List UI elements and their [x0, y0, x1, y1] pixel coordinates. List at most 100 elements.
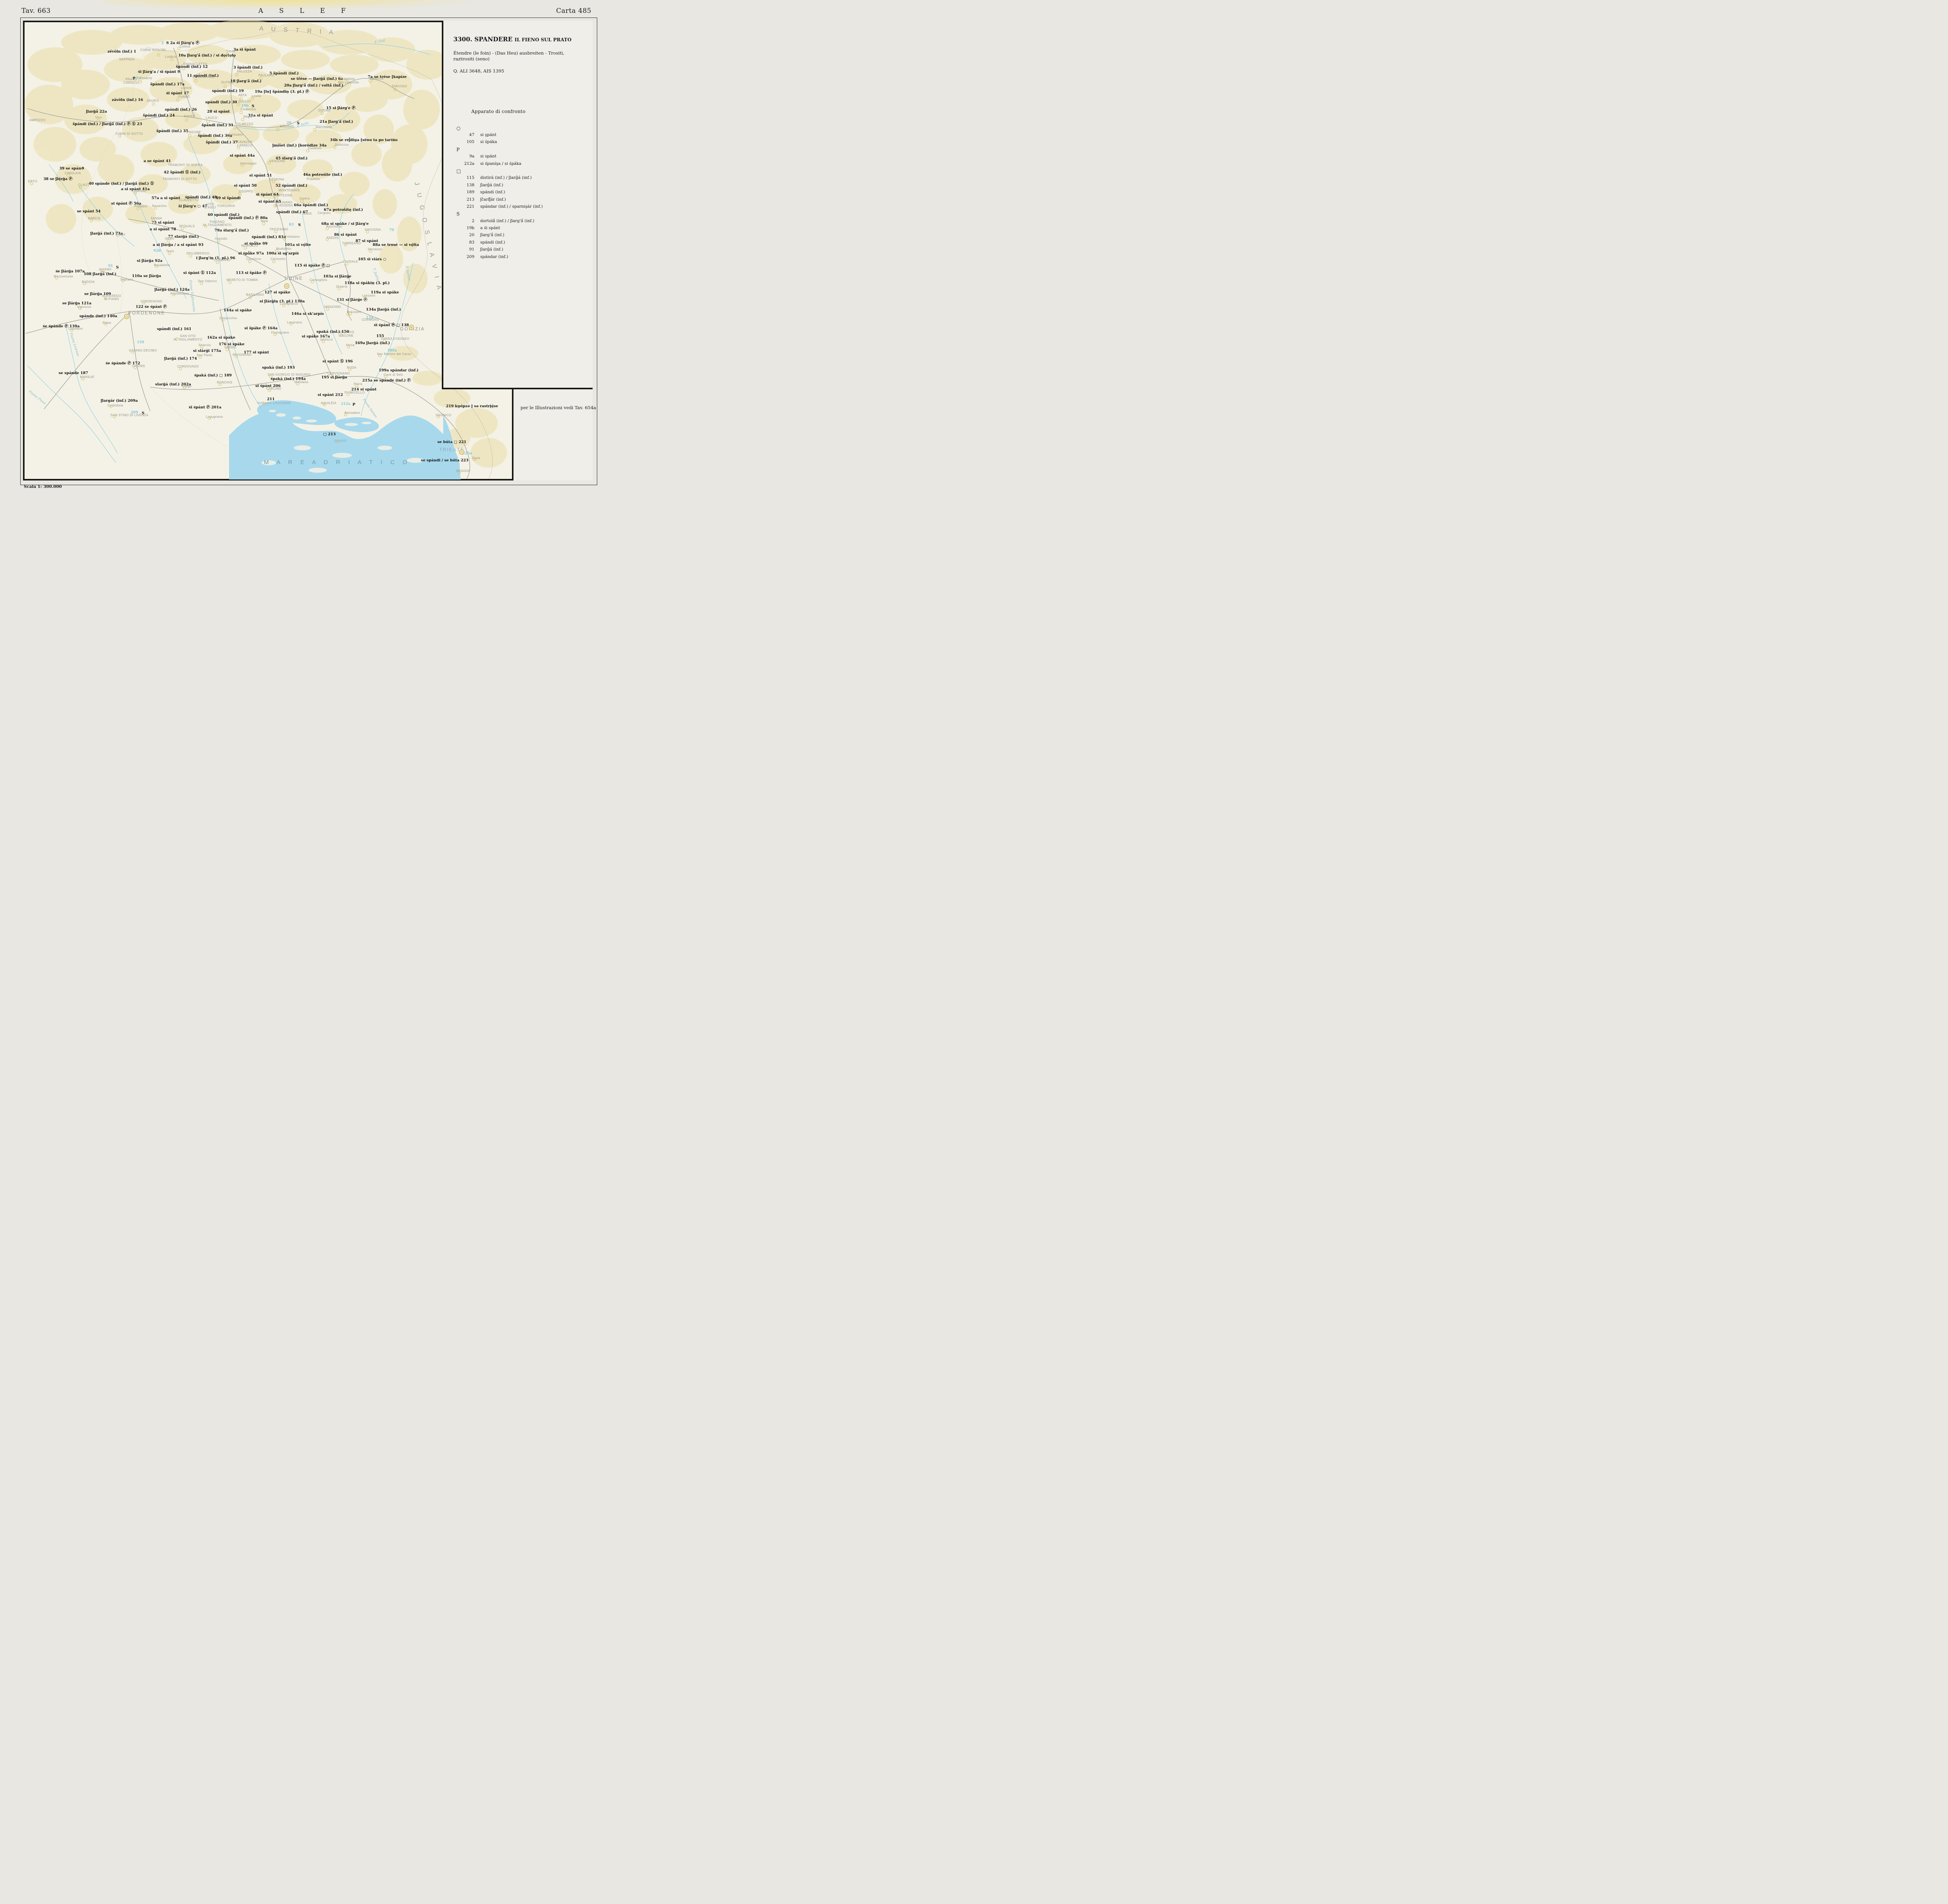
town-marker-icon	[239, 111, 243, 114]
town-marker-icon	[206, 120, 210, 123]
dialect-form-label: špándi (inf.) 17a	[150, 82, 185, 87]
dialect-form-label: spaká (inf.) 193	[262, 365, 295, 370]
town-marker-icon	[363, 295, 367, 299]
legend-entry-form: si spánt	[480, 154, 497, 159]
legend-entry-form: spándi (inf.)	[480, 190, 505, 195]
apparato-legend: ○ 47 si şpánt 105 si śpáka P 9a si spánt 212a si …	[457, 124, 543, 260]
place-name: MÓGGIO	[280, 124, 294, 128]
legend-section-symbol: S	[456, 211, 460, 217]
legend-entry-form: spándi (inf.)	[480, 240, 505, 245]
town-marker-icon	[136, 207, 139, 210]
town-marker-icon	[221, 318, 224, 322]
dialect-form-label: śi ʃlárg'a / śi śpánt 9	[138, 70, 180, 74]
dialect-form-label: 38 se ʃlę́rğa Ⓟ	[43, 177, 72, 181]
town-marker-icon	[189, 254, 192, 258]
town-marker-icon	[262, 222, 265, 225]
dialect-form-label: špándi (inf.) 37	[206, 140, 238, 145]
dialect-form-label: 57a a si spánt	[151, 196, 180, 201]
apparato-point-ref: 159	[137, 340, 145, 344]
place-name: Intissáns	[229, 133, 243, 137]
place-name: NÍMIS	[302, 212, 312, 216]
town-marker-icon	[175, 337, 179, 341]
legend-entry-number: 47	[469, 132, 475, 137]
legend-entry-form: ʃlarg'á̆ (inf.)	[480, 233, 505, 238]
town-marker-icon	[272, 180, 275, 184]
place-name: TARVISIO	[392, 85, 407, 88]
dialect-form-label: ši ʃlárg'e ○ 47	[178, 204, 207, 208]
town-marker-icon	[348, 367, 351, 371]
place-name: Pradielis	[307, 177, 320, 181]
town-marker-icon	[176, 98, 179, 102]
legend-entry-number: 105	[466, 140, 475, 145]
town-marker-icon	[66, 173, 70, 177]
town-marker-icon	[345, 262, 348, 265]
apparato-point-ref: 2	[161, 41, 164, 46]
town-marker-icon	[393, 88, 397, 92]
atlas-plate-page: { "page": { "tav": "Tav. 663", "center_t…	[0, 0, 611, 498]
dialect-form-label: si slárǵi 175a	[193, 349, 221, 353]
town-marker-icon	[311, 280, 314, 283]
town-marker-icon	[78, 306, 81, 310]
dialect-form-label: 219 ku̯ópzə ] sə rastri̯ę́se	[446, 404, 498, 409]
legend-entry-number: 19b	[466, 226, 475, 231]
place-name: AMPEZZO	[29, 118, 46, 122]
city-marker-icon	[408, 324, 414, 330]
dialect-form-label: ʃlarğá (inf.) 174	[164, 356, 197, 361]
legend-entry-number: 83	[469, 240, 475, 245]
town-marker-icon	[134, 366, 137, 369]
town-marker-icon	[118, 134, 121, 138]
dialect-form-label: si śpǻke 97a	[238, 251, 264, 256]
place-name: Ugovizza	[369, 76, 384, 80]
town-marker-icon	[215, 261, 219, 264]
place-name: PALUZZA	[237, 70, 252, 74]
place-name: FORGÁRIA	[217, 204, 235, 208]
town-marker-icon	[275, 249, 278, 253]
town-marker-icon	[225, 348, 229, 351]
town-marker-icon	[369, 249, 372, 253]
dialect-form-label: 66a špándi (inf.)	[294, 203, 328, 208]
place-name: Luincis	[181, 86, 192, 90]
place-name: Oseacco	[308, 146, 321, 150]
place-name: MARANO LAGUNARE	[257, 401, 291, 405]
legend-entry-form: ʃlarğá (inf.)	[480, 182, 503, 187]
dialect-form-label: si spánt 44a	[229, 153, 255, 158]
dialect-form-label: 115 śi śpáke Ⓟ □	[294, 263, 330, 268]
town-marker-icon	[240, 164, 244, 167]
dialect-form-label: 113 si špáke Ⓟ	[236, 270, 267, 275]
legend-entry: 105 si śpáka	[457, 138, 543, 145]
dialect-form-label: 146a si sk'arpís	[291, 311, 324, 316]
town-marker-icon	[239, 97, 243, 100]
place-name: FORNI AVOLTRI	[140, 48, 166, 52]
place-name: Pesáriis	[140, 76, 152, 80]
dialect-form-label: si spánt 212	[318, 392, 343, 397]
dialect-form-label: 39 se spánϑ	[59, 166, 85, 171]
place-name: VITO D'ASIO	[205, 203, 216, 210]
place-name: ZUGLIO	[238, 99, 251, 103]
dialect-form-label: spándi (inf.) 161	[157, 327, 192, 332]
town-marker-icon	[344, 413, 347, 416]
town-marker-icon	[199, 281, 203, 285]
dialect-form-label: śi śpánt Ⓟ 201a	[189, 405, 222, 410]
town-marker-icon	[347, 345, 350, 349]
dialect-form-label: se spándi / se búta 223	[421, 458, 469, 463]
questionnaire-ref: Q. ALI 3648, AIS 1395	[453, 68, 505, 74]
dialect-form-label: si špáke Ⓟ 164a	[244, 326, 278, 330]
legend-entry-number: 221	[466, 204, 475, 209]
dialect-form-label: 127 si spáke	[264, 290, 291, 295]
town-marker-icon	[267, 161, 271, 164]
dialect-form-label: 103a si ʃlárǵe	[323, 274, 351, 279]
town-marker-icon	[204, 224, 207, 228]
legend-entry-form: si śpáka	[480, 140, 497, 145]
town-marker-icon	[208, 416, 211, 420]
city-marker-icon	[459, 449, 464, 455]
dialect-form-label: 108 ʃlarğá (inf.)	[83, 272, 116, 276]
dialect-form-label: śpaká (inf.) □ 189	[194, 373, 232, 378]
town-marker-icon	[235, 355, 238, 358]
dialect-form-label: □ 213	[323, 432, 336, 436]
place-name: CORMÓNS	[362, 318, 379, 322]
dialect-form-label: si spánt 51	[249, 173, 272, 178]
dialect-form-label: 49 si špándi	[215, 196, 241, 201]
dialect-form-label: ʃlargár (inf.) 209a	[101, 399, 138, 403]
dialect-form-label: si ʃlárğa 92a	[137, 259, 162, 263]
town-marker-icon	[244, 246, 247, 250]
